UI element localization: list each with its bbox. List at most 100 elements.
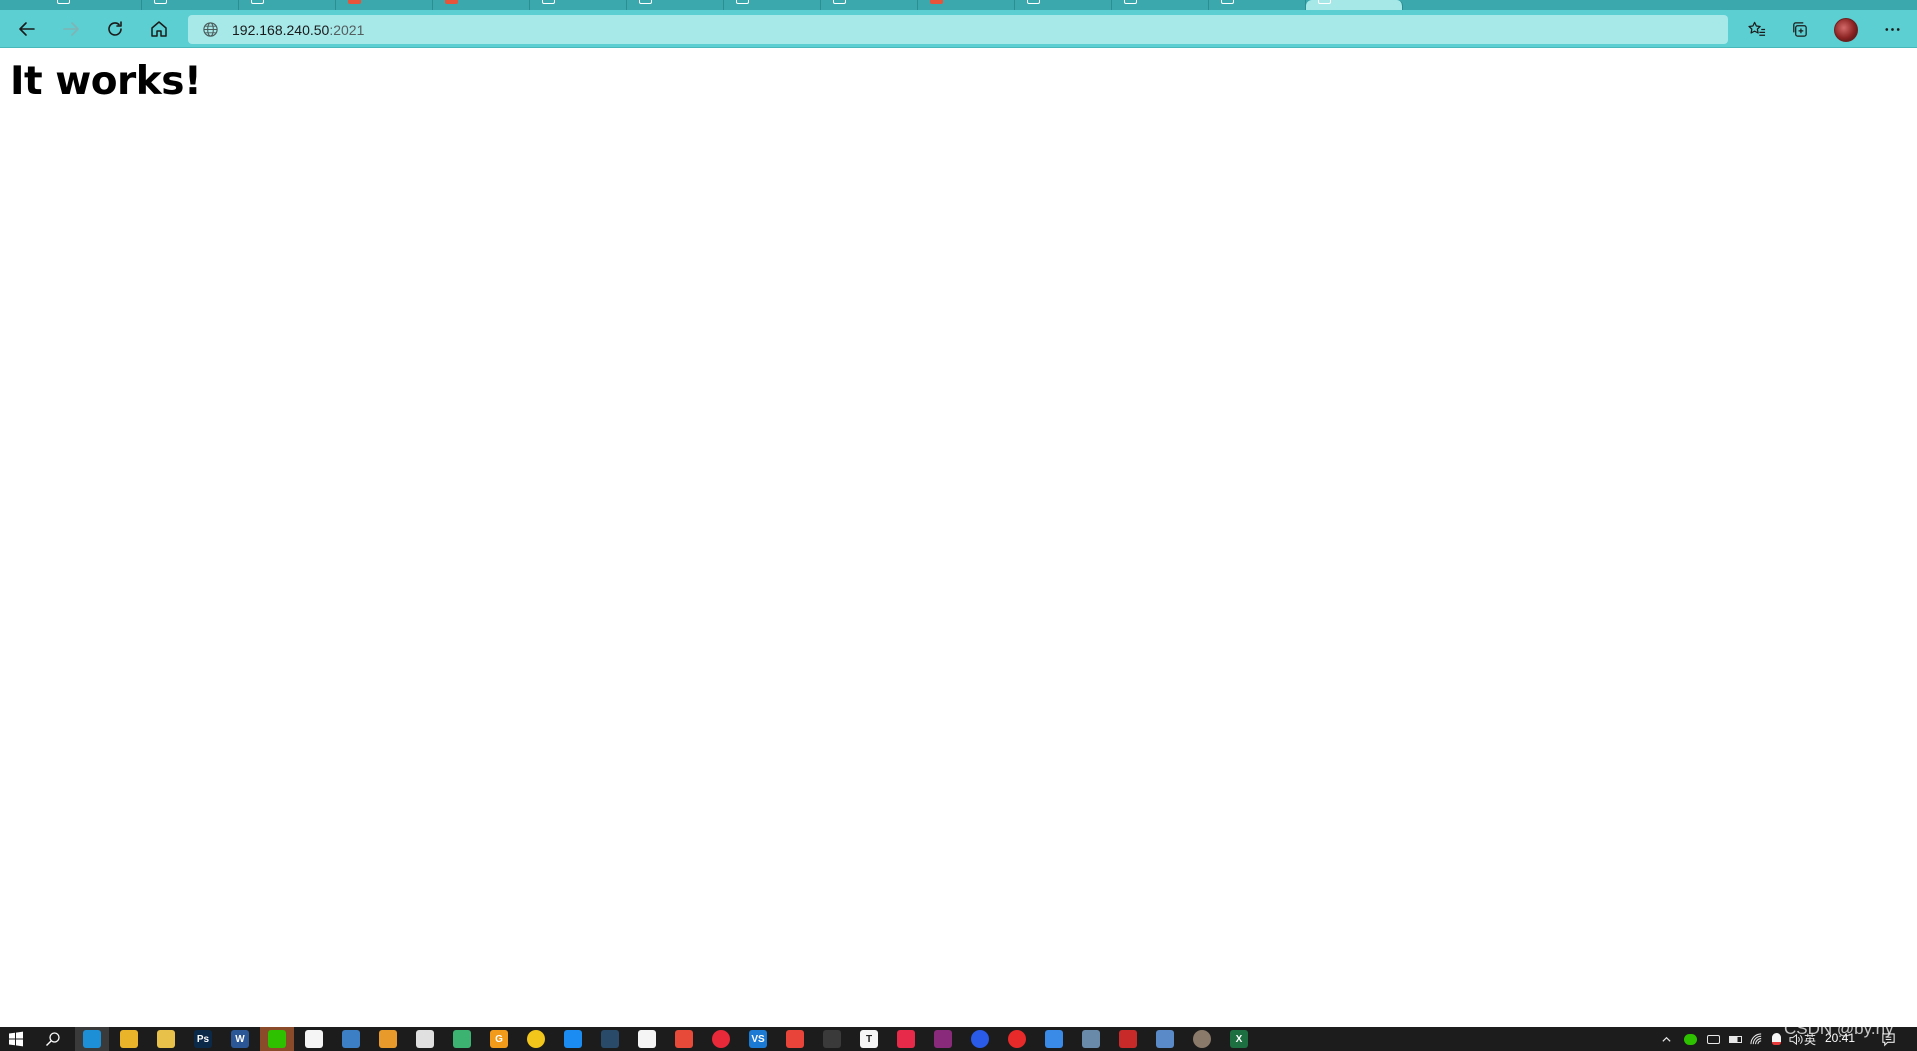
more-dots-icon (1884, 27, 1900, 31)
red-tool-icon[interactable] (786, 1030, 804, 1048)
tab-favicon-icon (445, 0, 458, 4)
tray-wechat[interactable] (1680, 1027, 1700, 1051)
tab-favicon-icon (833, 0, 846, 4)
star-list-icon (1747, 21, 1765, 36)
search-icon (46, 1032, 60, 1047)
browser-tab[interactable] (530, 0, 627, 10)
browser-tab[interactable] (918, 0, 1015, 10)
tray-app-icon (1706, 1034, 1720, 1044)
browser-tab[interactable] (1015, 0, 1112, 10)
browser-tab[interactable] (336, 0, 433, 10)
tab-favicon-icon (930, 0, 943, 4)
address-bar[interactable]: 192.168.240.50:2021 (188, 15, 1728, 44)
vscode-icon[interactable]: VS (749, 1030, 767, 1048)
page-heading: It works! (10, 59, 202, 104)
browser-toolbar: 192.168.240.50:2021 (0, 10, 1917, 48)
record-icon[interactable] (1008, 1030, 1026, 1048)
refresh-button[interactable] (99, 14, 131, 44)
avatar-app-icon[interactable] (1193, 1030, 1211, 1048)
file-explorer-icon[interactable] (157, 1030, 175, 1048)
cloud-app-icon[interactable] (416, 1030, 434, 1048)
tab-favicon-icon (639, 0, 652, 4)
browser-tab[interactable] (821, 0, 918, 10)
qq-tray-icon (1771, 1033, 1781, 1045)
browser-tab[interactable] (45, 0, 142, 10)
bird-app-icon[interactable] (1045, 1030, 1063, 1048)
refresh-icon (108, 21, 122, 36)
tab-favicon-icon (251, 0, 264, 4)
browser-tab[interactable] (239, 0, 336, 10)
tab-favicon-icon (1318, 0, 1331, 4)
edge-icon[interactable] (83, 1030, 101, 1048)
xmind-icon[interactable] (897, 1030, 915, 1048)
tab-active[interactable] (1306, 0, 1403, 10)
qq-icon[interactable] (305, 1030, 323, 1048)
browser-tab[interactable] (1209, 0, 1306, 10)
arrow-left-icon (19, 22, 35, 36)
profile-avatar[interactable] (1834, 18, 1858, 42)
colorful-grid-app-icon[interactable] (675, 1030, 693, 1048)
battery-icon (1728, 1035, 1742, 1043)
firefox-icon[interactable] (971, 1030, 989, 1048)
browser-tab[interactable] (1112, 0, 1209, 10)
terminal-app-icon[interactable] (823, 1030, 841, 1048)
remote-desktop-icon[interactable] (342, 1030, 360, 1048)
excel-icon[interactable]: X (1230, 1030, 1248, 1048)
typora-icon[interactable]: T (860, 1030, 878, 1048)
url-port: :2021 (329, 22, 365, 38)
winrar-icon[interactable] (934, 1030, 952, 1048)
red-box-app-icon[interactable] (1119, 1030, 1137, 1048)
tray-qq[interactable] (1767, 1027, 1785, 1051)
yellow-circle-app-icon[interactable] (527, 1030, 545, 1048)
home-button[interactable] (143, 14, 175, 44)
windows-start-button[interactable] (7, 1030, 25, 1048)
tab-favicon-icon (1124, 0, 1137, 4)
browser-tab[interactable] (142, 0, 239, 10)
browser-tab[interactable] (627, 0, 724, 10)
network-app-icon[interactable] (1082, 1030, 1100, 1048)
wechat-icon[interactable] (268, 1030, 286, 1048)
tab-favicon-icon (736, 0, 749, 4)
tray-overflow-button[interactable] (1656, 1027, 1676, 1051)
windows-taskbar: Ps W G VS T X 英 20:41 (0, 1027, 1917, 1051)
chevron-up-icon (1661, 1036, 1671, 1042)
url-host: 192.168.240.50 (232, 22, 330, 38)
url-text[interactable]: 192.168.240.50:2021 (232, 22, 364, 38)
page-viewport: It works! (0, 49, 1917, 1027)
browser-tab[interactable] (724, 0, 821, 10)
more-menu-button[interactable] (1876, 14, 1908, 44)
collections-icon (1792, 21, 1807, 37)
remote-app-icon[interactable] (1156, 1030, 1174, 1048)
tab-favicon-icon (348, 0, 361, 4)
collections-button[interactable] (1783, 14, 1815, 44)
app-frame-icon[interactable] (379, 1030, 397, 1048)
arrow-right-icon (63, 22, 79, 36)
favorites-button[interactable] (1740, 14, 1772, 44)
tray-battery[interactable] (1726, 1027, 1744, 1051)
forward-button[interactable] (55, 14, 87, 44)
word-icon[interactable]: W (231, 1030, 249, 1048)
home-icon (151, 21, 167, 37)
back-button[interactable] (11, 14, 43, 44)
chrome-icon[interactable] (120, 1030, 138, 1048)
blue-chart-app-icon[interactable] (564, 1030, 582, 1048)
netease-music-icon[interactable] (712, 1030, 730, 1048)
tab-favicon-icon (1027, 0, 1040, 4)
globe-icon[interactable] (202, 21, 219, 38)
tray-app[interactable] (1703, 1027, 1723, 1051)
steam-icon[interactable] (601, 1030, 619, 1048)
tab-favicon-icon (154, 0, 167, 4)
tab-favicon-icon (57, 0, 70, 4)
tray-wifi[interactable] (1747, 1027, 1765, 1051)
csdn-watermark: CSDN @by.hy (1784, 1019, 1894, 1038)
browser-tab[interactable] (433, 0, 530, 10)
wechat-tray-icon (1683, 1033, 1697, 1045)
video-player-icon[interactable] (453, 1030, 471, 1048)
document-icon[interactable] (638, 1030, 656, 1048)
windows-logo-icon (9, 1031, 23, 1047)
g-app-icon[interactable]: G (490, 1030, 508, 1048)
photoshop-icon[interactable]: Ps (194, 1030, 212, 1048)
tab-favicon-icon (1221, 0, 1234, 4)
search-button[interactable] (44, 1030, 62, 1048)
wifi-icon (1749, 1032, 1761, 1044)
